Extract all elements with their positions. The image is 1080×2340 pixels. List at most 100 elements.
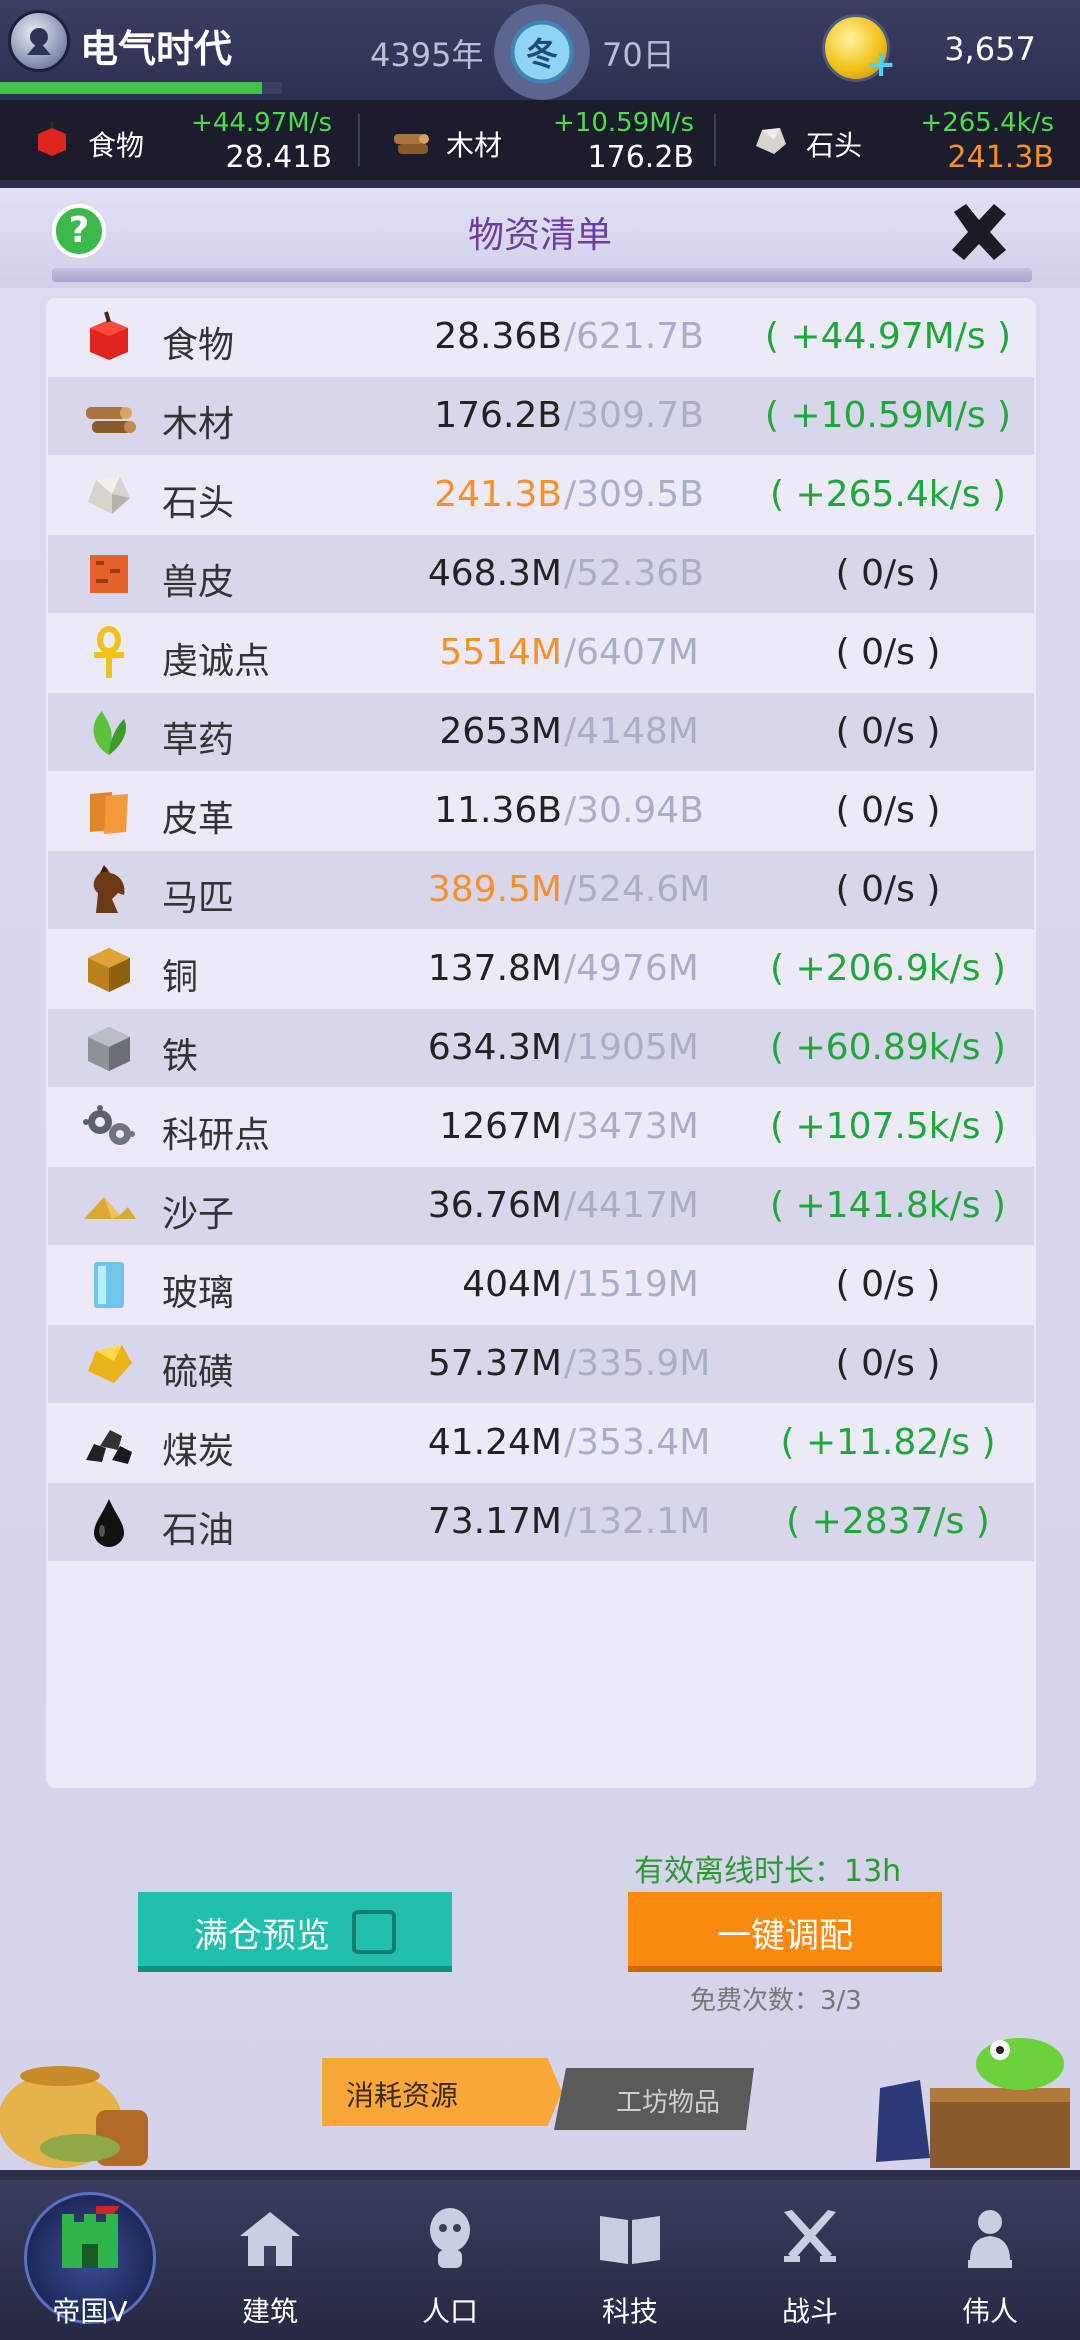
resource-capacity: /524.6M [564,869,711,910]
nav-label: 人口 [421,2295,478,2328]
resource-strip-item-stone[interactable]: 石头 +265.4k/s 241.3B [750,100,1054,180]
resource-amount: 241.3B [947,140,1054,175]
tab-workshop-items[interactable]: 工坊物品 [554,2068,754,2130]
resource-rate: ( +2837/s ) [786,1501,990,1542]
resource-current: 57.37M [427,1343,562,1384]
era-name[interactable]: 电气时代 [80,18,232,73]
tab-consumable-resources[interactable]: 消耗资源 [322,2058,562,2126]
resource-strip-item-wood[interactable]: 木材 +10.59M/s 176.2B [390,100,694,180]
resource-name: 皮革 [162,799,235,840]
resource-rate: ( +44.97M/s ) [764,316,1012,357]
list-item[interactable]: 铁 634.3M/1905M ( +60.89k/s ) [48,1009,1034,1087]
resource-rate: ( +141.8k/s ) [770,1185,1006,1226]
list-item[interactable]: 虔诚点 5514M/6407M ( 0/s ) [48,614,1034,692]
resource-name: 科研点 [162,1115,271,1156]
resource-current: 5514M [439,632,562,673]
one-click-allocate-button[interactable]: 一键调配 [628,1892,942,1972]
nav-label: 建筑 [241,2295,298,2328]
resource-rate: ( 0/s ) [835,632,941,673]
resource-capacity: /309.5B [564,474,704,515]
frog-crate-icon [876,2038,1070,2168]
list-item[interactable]: 石头 241.3B/309.5B ( +265.4k/s ) [48,456,1034,534]
resource-name: 煤炭 [162,1431,235,1472]
nav-label: 帝国V [52,2295,128,2328]
resource-amount: 28.41B [225,140,332,175]
list-item[interactable]: 皮革 11.36B/30.94B ( 0/s ) [48,772,1034,850]
close-icon[interactable] [944,198,1014,268]
list-item[interactable]: 草药 2653M/4148M ( 0/s ) [48,693,1034,771]
nav-item-empire[interactable]: 帝国V [0,2180,180,2340]
resource-strip-item-food[interactable]: 食物 +44.97M/s 28.41B [32,100,332,180]
wood-icon [86,407,136,433]
book-icon [600,2216,660,2264]
header-divider [52,268,1032,282]
top-bar: 电气时代 4395年 冬 70日 + 3,657 [0,0,1080,100]
resource-list: 食物 28.36B/621.7B ( +44.97M/s ) 木材 176.2B/309… [46,298,1036,1788]
resource-current: 404M [462,1264,562,1305]
resource-current: 137.8M [427,948,562,989]
season-badge: 冬 [494,4,590,100]
era-emblem-icon[interactable] [8,10,70,72]
resource-name: 木材 [162,404,235,445]
resource-rate: ( +11.82/s ) [780,1422,996,1463]
resource-capacity: /3473M [564,1106,699,1147]
resource-current: 41.24M [427,1422,562,1463]
resource-rate: +265.4k/s [920,108,1054,138]
free-uses-label: 免费次数：3/3 [690,1986,862,2016]
resource-name: 草药 [162,720,235,761]
nav-item-population[interactable]: 人口 [360,2180,540,2340]
list-item[interactable]: 玻璃 404M/1519M ( 0/s ) [48,1246,1034,1324]
list-item[interactable]: 马匹 389.5M/524.6M ( 0/s ) [48,851,1034,929]
resource-name: 玻璃 [162,1273,235,1314]
sand-icon [84,1197,136,1219]
nav-item-great-people[interactable]: 伟人 [900,2180,1080,2340]
add-coins-icon[interactable]: + [866,47,896,83]
list-item[interactable]: 木材 176.2B/309.7B ( +10.59M/s ) [48,377,1034,455]
list-item[interactable]: 石油 73.17M/132.1M ( +2837/s ) [48,1483,1034,1561]
list-item[interactable]: 科研点 1267M/3473M ( +107.5k/s ) [48,1088,1034,1166]
list-item[interactable]: 沙子 36.76M/4417M ( +141.8k/s ) [48,1167,1034,1245]
list-item[interactable]: 硫磺 57.37M/335.9M ( 0/s ) [48,1325,1034,1403]
nav-item-technology[interactable]: 科技 [540,2180,720,2340]
resource-name: 铜 [162,957,199,998]
resource-capacity: /1905M [564,1027,699,1068]
list-item[interactable]: 兽皮 468.3M/52.36B ( 0/s ) [48,535,1034,613]
nav-item-battle[interactable]: 战斗 [720,2180,900,2340]
resource-capacity: /4976M [564,948,699,989]
resource-current: 468.3M [427,553,562,594]
resource-capacity: /132.1M [564,1501,711,1542]
resource-rate: ( +10.59M/s ) [764,395,1012,436]
resource-current: 176.2B [434,395,562,436]
swords-icon [784,2210,836,2262]
ankh-icon [94,626,124,678]
help-button[interactable]: ? [52,204,106,258]
allocate-label: 一键调配 [717,1916,853,1956]
resource-current: 634.3M [427,1027,562,1068]
resource-rate: ( 0/s ) [835,1264,941,1305]
era-progress-track [262,82,282,94]
list-item[interactable]: 煤炭 41.24M/353.4M ( +11.82/s ) [48,1404,1034,1482]
full-storage-preview-button[interactable]: 满仓预览 [138,1892,452,1972]
list-item[interactable]: 食物 28.36B/621.7B ( +44.97M/s ) [48,298,1034,376]
resource-current: 2653M [439,711,562,752]
resource-name: 石头 [806,129,863,162]
nav-item-buildings[interactable]: 建筑 [180,2180,360,2340]
horse-icon [93,865,125,913]
preview-label: 满仓预览 [194,1916,330,1956]
resource-name: 铁 [162,1036,199,1077]
leather-icon [90,792,128,834]
resource-capacity: /4417M [564,1185,699,1226]
resource-capacity: /52.36B [564,553,704,594]
resource-name: 马匹 [162,878,235,919]
resource-rate: ( 0/s ) [835,1343,941,1384]
preview-checkbox[interactable] [352,1910,396,1954]
divider [714,114,716,166]
nav-label: 科技 [601,2295,658,2328]
gears-icon [83,1105,135,1145]
resource-name: 沙子 [162,1194,235,1235]
person-icon [430,2208,470,2268]
list-item[interactable]: 铜 137.8M/4976M ( +206.9k/s ) [48,930,1034,1008]
resource-rate: ( 0/s ) [835,790,941,831]
bust-icon [968,2210,1012,2268]
food-icon [38,122,66,156]
